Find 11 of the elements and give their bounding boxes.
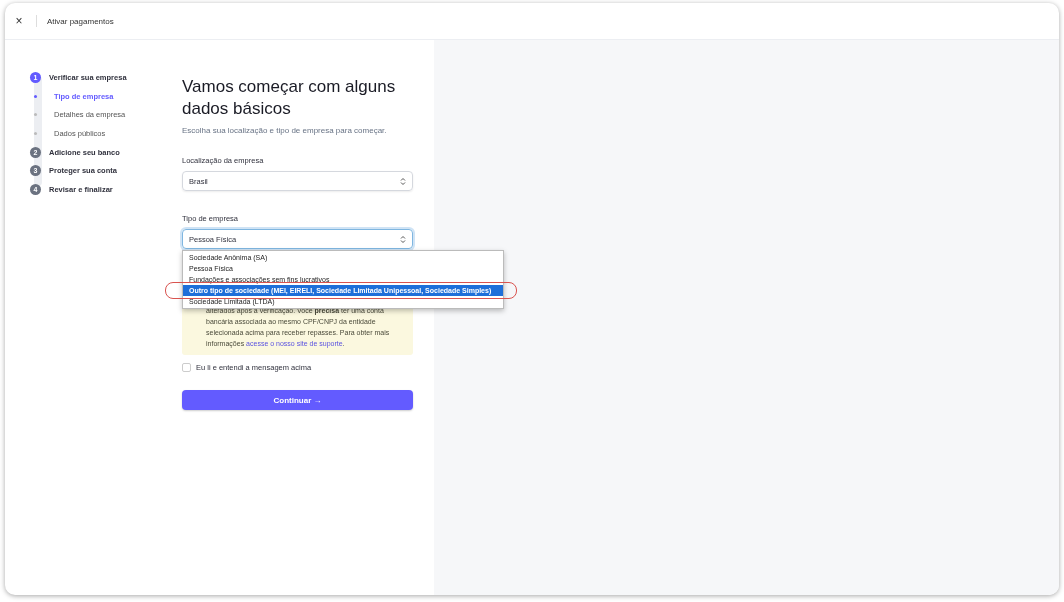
close-button[interactable]: × — [13, 14, 25, 28]
continue-button[interactable]: Continuar → — [182, 390, 413, 410]
bullet-icon — [34, 131, 37, 135]
chevron-updown-icon — [400, 176, 406, 186]
subheading: Escolha sua localização e tipo de empresa para começar. — [182, 126, 388, 135]
page-title: Ativar pagamentos — [47, 16, 114, 26]
bullet-icon — [34, 113, 37, 117]
checkbox[interactable] — [182, 363, 191, 372]
chevron-updown-icon — [400, 234, 406, 244]
heading: Vamos começar com alguns dados básicos — [182, 76, 397, 120]
bullet-icon — [34, 94, 37, 98]
